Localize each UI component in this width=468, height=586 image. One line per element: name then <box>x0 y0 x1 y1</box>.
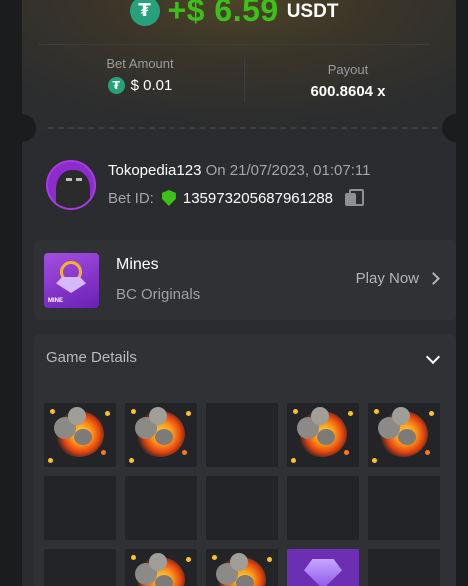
ticket-dashed-divider <box>48 127 438 129</box>
mines-grid <box>44 403 440 586</box>
avatar[interactable] <box>46 160 96 210</box>
game-card[interactable]: MINE Mines BC Originals Play Now <box>34 240 456 320</box>
spark <box>182 450 187 455</box>
payout-label: Payout <box>327 62 369 77</box>
smoke-puff <box>155 429 173 445</box>
spark <box>131 555 136 560</box>
tether-usdt-icon: ₮ <box>107 77 125 94</box>
bet-amount-stat: Bet Amount ₮ $ 0.01 <box>40 56 240 94</box>
avatar-eye <box>76 178 82 181</box>
spark <box>348 411 353 416</box>
bet-timestamp: On 21/07/2023, 01:07:11 <box>205 162 371 179</box>
spark <box>101 450 106 455</box>
spark <box>50 409 55 414</box>
thumbnail-text: MINE <box>48 298 63 304</box>
spark <box>372 458 377 463</box>
profit-amount: +$ 6.59 <box>167 0 279 28</box>
ticket-notch-right <box>442 114 468 142</box>
mine-explosion-tile <box>125 549 197 586</box>
game-name: Mines <box>116 256 159 273</box>
smoke-puff <box>68 407 86 425</box>
bet-user-row: Tokopedia123 On 21/07/2023, 01:07:11 Bet… <box>46 160 370 210</box>
play-now-label: Play Now <box>355 270 419 287</box>
bet-amount-value-row: ₮ $ 0.01 <box>40 77 240 94</box>
mine-explosion-tile <box>206 549 278 586</box>
user-info: Tokopedia123 On 21/07/2023, 01:07:11 Bet… <box>108 160 370 210</box>
empty-tile <box>368 476 440 540</box>
empty-tile <box>206 403 278 467</box>
spark <box>105 411 110 416</box>
game-details-panel: Game Details <box>34 334 456 586</box>
left-page-edge <box>0 0 22 586</box>
bet-amount-label: Bet Amount <box>106 56 174 71</box>
smoke-puff <box>230 553 248 571</box>
smoke-puff <box>74 429 92 445</box>
spark <box>374 409 379 414</box>
user-line: Tokopedia123 On 21/07/2023, 01:07:11 <box>108 162 370 179</box>
bet-id-label: Bet ID: <box>108 189 154 207</box>
verified-shield-icon <box>161 190 176 206</box>
empty-tile <box>44 549 116 586</box>
bet-id-line: Bet ID: 135973205687961288 <box>108 189 370 207</box>
mine-explosion-tile <box>44 403 116 467</box>
stat-divider <box>244 58 245 102</box>
smoke-puff <box>149 407 167 425</box>
chevron-right-icon <box>427 272 440 285</box>
ticket-notch-left <box>8 114 36 142</box>
spark <box>267 557 272 562</box>
mine-explosion-tile <box>287 403 359 467</box>
smoke-puff <box>392 407 410 425</box>
payout-stat: Payout 600.8604 x <box>248 62 448 100</box>
game-details-title: Game Details <box>46 349 137 366</box>
empty-tile <box>125 476 197 540</box>
smoke-puff <box>155 575 173 586</box>
gem-tile <box>287 549 359 586</box>
spark <box>48 458 53 463</box>
gem-icon <box>304 559 342 586</box>
spark <box>425 450 430 455</box>
play-now-button[interactable]: Play Now <box>355 270 440 287</box>
empty-tile <box>368 549 440 586</box>
header-divider <box>38 44 430 45</box>
spark <box>344 450 349 455</box>
game-provider: BC Originals <box>116 286 201 303</box>
smoke-puff <box>317 429 335 445</box>
spark <box>291 458 296 463</box>
spark <box>186 411 191 416</box>
mine-explosion-tile <box>368 403 440 467</box>
smoke-puff <box>236 575 254 586</box>
bet-amount-value: $ 0.01 <box>130 77 173 94</box>
spark <box>429 411 434 416</box>
username[interactable]: Tokopedia123 <box>108 162 201 179</box>
spark <box>293 409 298 414</box>
mine-explosion-tile <box>125 403 197 467</box>
copy-icon[interactable] <box>345 189 365 207</box>
right-page-edge <box>456 0 468 586</box>
spark <box>186 557 191 562</box>
tether-usdt-icon: ₮ <box>129 0 160 26</box>
profit-currency: USDT <box>286 0 339 22</box>
profit-header: ₮ +$ 6.59 USDT <box>0 0 468 29</box>
spark <box>212 555 217 560</box>
smoke-puff <box>398 429 416 445</box>
payout-value: 600.8604 x <box>310 83 386 100</box>
spark <box>131 409 136 414</box>
bet-id-value: 135973205687961288 <box>182 189 334 207</box>
chevron-down-icon[interactable] <box>425 349 441 365</box>
avatar-monster-icon <box>56 170 90 208</box>
avatar-eye <box>66 178 72 181</box>
smoke-puff <box>149 553 167 571</box>
thumbnail-gem <box>56 277 86 293</box>
empty-tile <box>287 476 359 540</box>
smoke-puff <box>311 407 329 425</box>
mines-game-thumbnail: MINE <box>44 253 99 308</box>
empty-tile <box>206 476 278 540</box>
empty-tile <box>44 476 116 540</box>
spark <box>129 458 134 463</box>
